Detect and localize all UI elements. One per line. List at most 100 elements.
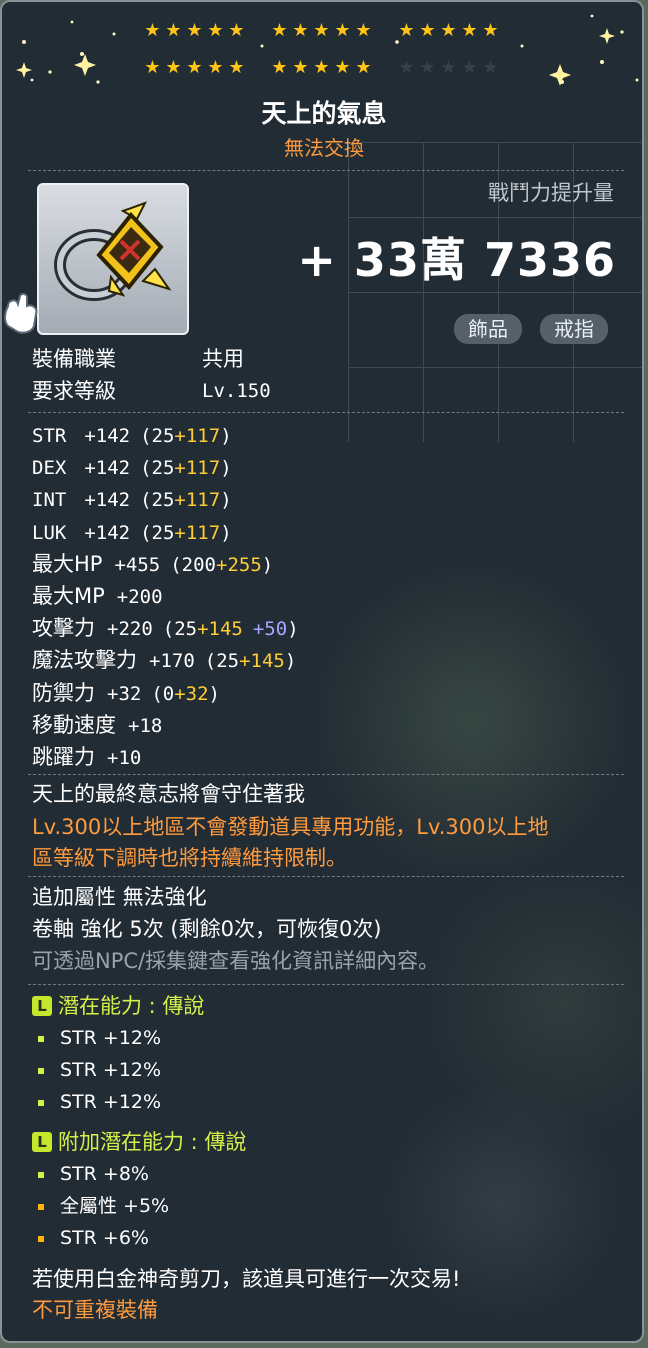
stat-close: ) [261, 553, 274, 576]
stat-total: +200 [116, 586, 163, 608]
star-filled-icon: ★ [334, 57, 351, 78]
category-tag-ring: 戒指 [540, 314, 608, 344]
star-empty-icon: ★ [419, 57, 436, 78]
star-filled-icon: ★ [355, 57, 372, 78]
divider [28, 170, 624, 171]
divider [28, 412, 624, 413]
stat-name: 攻擊力 [32, 616, 95, 641]
legendary-badge-icon: L [32, 996, 52, 1016]
req-level-label: 要求等級 [32, 379, 116, 403]
star-filled-icon: ★ [207, 20, 224, 41]
stat-row: INT +142 (25+117) [32, 484, 232, 515]
item-flavor-text: 天上的最終意志將會守住著我 [32, 782, 305, 806]
star-filled-icon: ★ [461, 20, 478, 41]
stat-total: +142 [84, 489, 131, 512]
stat-bonus: +117 [174, 457, 221, 480]
bullet-icon [38, 1100, 44, 1106]
stat-total: +142 [84, 457, 131, 480]
power-increase-label: 戰鬥力提升量 [488, 181, 614, 205]
star-filled-icon: ★ [271, 20, 288, 41]
item-notice-line-1: Lv.300以上地區不會發動道具專用功能，Lv.300以上地 [32, 815, 549, 839]
potential-line: STR +12% [60, 1059, 162, 1081]
stat-name: 移動速度 [32, 712, 116, 737]
potential-line: STR +12% [60, 1027, 162, 1049]
stat-row: STR +142 (25+117) [32, 420, 232, 451]
stat-row: 攻擊力 +220 (25+145 +50) [32, 613, 299, 644]
enhance-line-1: 追加屬性 無法強化 [32, 885, 207, 909]
bullet-icon [38, 1036, 44, 1042]
category-tag-accessory: 飾品 [454, 314, 522, 344]
item-tooltip: ★ ★ ★ ★ ★ ★ ★ ★ ★ ★ ★ ★ ★ ★ ★ ★ ★ ★ ★ ★ ★ ★ ★ ★ ★ ★ ★ ★ ★ ★ 天上的氣息 無法… [0, 0, 644, 1343]
stat-base: (200 [170, 553, 216, 576]
stat-base: (25 [204, 650, 240, 673]
stat-base: (25 [140, 425, 175, 447]
stat-base: (25 [162, 618, 198, 641]
stat-name: 最大MP [32, 584, 105, 608]
stat-close: ) [220, 425, 232, 447]
star-filled-icon: ★ [355, 20, 372, 41]
trade-hint: 若使用白金神奇剪刀，該道具可進行一次交易! [32, 1267, 461, 1291]
bullet-icon [38, 1068, 44, 1074]
stat-name: 最大HP [32, 551, 103, 576]
star-filled-icon: ★ [419, 20, 436, 41]
stat-row: 防禦力 +32 (0+32) [32, 678, 220, 709]
ring-item-icon [54, 201, 172, 301]
stat-total: +10 [107, 747, 142, 769]
stat-total: +220 [107, 618, 153, 641]
stat-bonus: +117 [174, 425, 221, 447]
star-filled-icon: ★ [228, 20, 245, 41]
star-filled-icon: ★ [313, 57, 330, 78]
stat-total: +170 [149, 650, 195, 673]
stat-bonus: +117 [174, 521, 221, 544]
cursor-hand-icon [4, 292, 38, 334]
bonus-potential-title: L 附加潛在能力 : 傳說 [32, 1127, 246, 1157]
stat-bonus: +255 [216, 553, 262, 576]
star-force-row-2: ★ ★ ★ ★ ★ ★ ★ ★ ★ ★ ★ ★ ★ ★ ★ [142, 57, 523, 79]
power-increase-value: + 33萬 7336 [297, 233, 616, 287]
stat-name: 魔法攻擊力 [32, 648, 137, 673]
stat-name: STR [32, 425, 67, 447]
stat-bonus: +32 [174, 682, 209, 705]
enhance-line-3: 可透過NPC/採集鍵查看強化資訊詳細內容。 [32, 949, 440, 973]
star-filled-icon: ★ [482, 20, 499, 41]
stat-row: DEX +142 (25+117) [32, 452, 232, 483]
star-filled-icon: ★ [271, 57, 288, 78]
req-job-label: 裝備職業 [32, 347, 116, 371]
req-job-value: 共用 [202, 347, 244, 371]
stat-bonus: +117 [174, 489, 221, 512]
enhance-line-2: 卷軸 強化 5次 (剩餘0次，可恢復0次) [32, 917, 382, 941]
stat-close: ) [284, 650, 297, 673]
req-level-value: Lv.150 [202, 380, 271, 402]
potential-line: STR +8% [60, 1163, 149, 1185]
stat-close: ) [220, 457, 232, 480]
stat-base: (25 [140, 521, 175, 544]
star-empty-icon: ★ [482, 57, 499, 78]
stat-close: ) [287, 618, 299, 641]
star-filled-icon: ★ [186, 57, 203, 78]
stat-bonus: +145 [197, 618, 243, 641]
star-filled-icon: ★ [207, 57, 224, 78]
bullet-icon [38, 1172, 44, 1178]
legendary-badge-icon: L [32, 1132, 52, 1152]
star-filled-icon: ★ [313, 20, 330, 41]
star-empty-icon: ★ [440, 57, 457, 78]
stat-row: LUK +142 (25+117) [32, 517, 232, 548]
star-filled-icon: ★ [228, 57, 245, 78]
potential-line: 全屬性 +5% [60, 1195, 170, 1217]
stat-total: +18 [128, 714, 163, 737]
stat-name: 跳躍力 [32, 745, 95, 769]
stat-close: ) [208, 682, 220, 705]
star-filled-icon: ★ [186, 20, 203, 41]
stat-bonus: +145 [239, 650, 285, 673]
item-icon-frame [37, 183, 189, 335]
star-filled-icon: ★ [292, 57, 309, 78]
potential-title-text: 潛在能力 : 傳說 [58, 994, 205, 1018]
stat-total: +32 [107, 682, 142, 705]
stat-name: LUK [32, 521, 67, 544]
star-filled-icon: ★ [144, 57, 161, 78]
stat-name: DEX [32, 457, 67, 480]
potential-line: STR +12% [60, 1091, 162, 1113]
stat-close: ) [220, 489, 232, 512]
star-filled-icon: ★ [144, 20, 161, 41]
stat-base: (25 [140, 489, 175, 512]
